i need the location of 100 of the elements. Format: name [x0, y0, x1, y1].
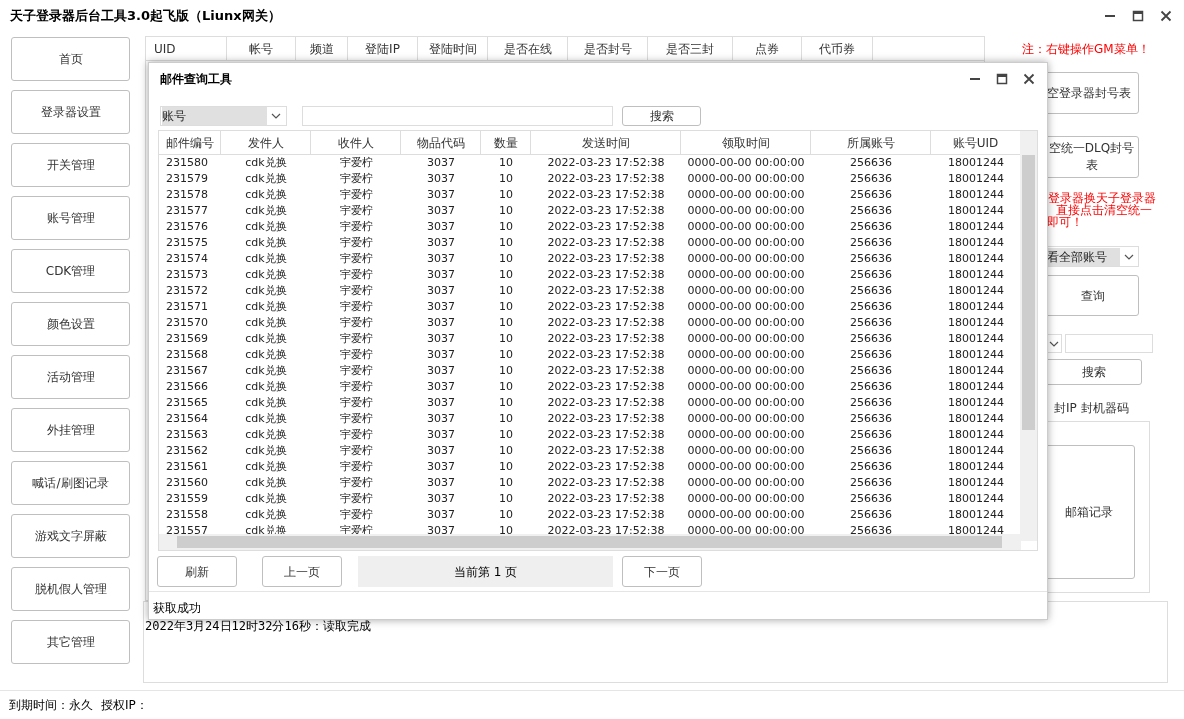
warning-text: 登录器换天子登录器 [1047, 192, 1157, 204]
table-cell-text: 2022-03-23 17:52:38 [546, 267, 666, 284]
table-cell-text: 宇爱柠 [338, 283, 374, 300]
table-cell-text: cdk兑换 [244, 443, 288, 460]
table-cell-text: 宇爱柠 [338, 411, 374, 428]
sidebar-button[interactable]: 账号管理 [11, 196, 130, 240]
table-cell-text: 10 [498, 219, 514, 236]
table-cell-text: 2022-03-23 17:52:38 [546, 507, 666, 524]
table-cell-text: 256636 [849, 347, 893, 364]
table-cell-text: 10 [498, 235, 514, 252]
table-cell-text: cdk兑换 [244, 379, 288, 396]
table-cell-text: 10 [498, 155, 514, 172]
sidebar-button[interactable]: 脱机假人管理 [11, 567, 130, 611]
table-cell-text: 231564 [165, 411, 209, 428]
table-cell-text: 0000-00-00 00:00:00 [686, 267, 806, 284]
table-cell-text: 18001244 [947, 267, 1005, 284]
column-header[interactable]: 是否三封 [648, 37, 733, 60]
next-page-button[interactable]: 下一页 [622, 556, 702, 587]
table-cell-text: 0000-00-00 00:00:00 [686, 235, 806, 252]
column-header[interactable]: 数量 [481, 131, 531, 155]
refresh-button[interactable]: 刷新 [157, 556, 237, 587]
table-cell-text: 10 [498, 379, 514, 396]
table-cell-text: 2022-03-23 17:52:38 [546, 523, 666, 540]
table-cell-text: 231567 [165, 363, 209, 380]
column-header[interactable]: 点券 [733, 37, 802, 60]
table-cell-text: 0000-00-00 00:00:00 [686, 187, 806, 204]
table-cell-text: 10 [498, 347, 514, 364]
table-cell-text: 2022-03-23 17:52:38 [546, 251, 666, 268]
column-header[interactable]: 发件人 [221, 131, 311, 155]
table-cell-text: cdk兑换 [244, 475, 288, 492]
table-cell-text: 10 [498, 427, 514, 444]
table-cell-text: 宇爱柠 [338, 363, 374, 380]
table-cell-text: 2022-03-23 17:52:38 [546, 203, 666, 220]
sidebar-button[interactable]: 外挂管理 [11, 408, 130, 452]
table-cell-text: 18001244 [947, 283, 1005, 300]
table-cell-text: 231574 [165, 251, 209, 268]
table-cell-text: 0000-00-00 00:00:00 [686, 443, 806, 460]
sidebar-button[interactable]: 首页 [11, 37, 130, 81]
table-cell-text: 3037 [426, 395, 456, 412]
search-button[interactable]: 搜索 [622, 106, 701, 127]
table-cell-text: 256636 [849, 507, 893, 524]
sidebar-button[interactable]: 活动管理 [11, 355, 130, 399]
table-cell-text: 18001244 [947, 395, 1005, 412]
column-header[interactable]: 频道 [296, 37, 348, 60]
sidebar-button[interactable]: 喊话/刷图记录 [11, 461, 130, 505]
table-cell-text: 2022-03-23 17:52:38 [546, 379, 666, 396]
table-cell-text: 3037 [426, 491, 456, 508]
table-cell-text: 宇爱柠 [338, 251, 374, 268]
column-header[interactable]: 发送时间 [531, 131, 681, 155]
column-header[interactable]: 邮件编号 [159, 131, 221, 155]
table-cell-text: 0000-00-00 00:00:00 [686, 523, 806, 540]
table-cell-text: 3037 [426, 347, 456, 364]
column-header[interactable]: 帐号 [227, 37, 296, 60]
table-cell-text: 2022-03-23 17:52:38 [546, 475, 666, 492]
sidebar-button[interactable]: 开关管理 [11, 143, 130, 187]
table-cell-text: 18001244 [947, 155, 1005, 172]
dialog-title: 邮件查询工具 [160, 70, 232, 88]
ban-options-text: 封IP 封机器码 [1054, 400, 1130, 417]
table-cell-text: 18001244 [947, 299, 1005, 316]
column-header[interactable]: 登陆时间 [418, 37, 488, 60]
table-cell-text: 10 [498, 443, 514, 460]
sidebar-button[interactable]: 颜色设置 [11, 302, 130, 346]
sidebar-button[interactable]: 其它管理 [11, 620, 130, 664]
table-cell-text: 18001244 [947, 187, 1005, 204]
table-cell-text: 3037 [426, 523, 456, 540]
window-title: 天子登录器后台工具3.0起飞版（Liunx网关） [10, 7, 281, 26]
sidebar-button[interactable]: 游戏文字屏蔽 [11, 514, 130, 558]
column-header[interactable]: 是否在线 [488, 37, 568, 60]
column-header[interactable]: 收件人 [311, 131, 401, 155]
column-header[interactable]: 代币券 [802, 37, 873, 60]
table-cell-text: 18001244 [947, 507, 1005, 524]
previous-page-button[interactable]: 上一页 [262, 556, 342, 587]
table-cell-text: cdk兑换 [244, 315, 288, 332]
table-cell-text: 0000-00-00 00:00:00 [686, 347, 806, 364]
table-cell-text: 宇爱柠 [338, 475, 374, 492]
filter-dropdown[interactable]: 账号 [160, 106, 287, 127]
sidebar-button[interactable]: CDK管理 [11, 249, 130, 293]
table-cell-text: 10 [498, 267, 514, 284]
column-header[interactable]: 领取时间 [681, 131, 811, 155]
table-cell-text: cdk兑换 [244, 427, 288, 444]
column-header[interactable]: 登陆IP [348, 37, 418, 60]
table-cell-text: 0000-00-00 00:00:00 [686, 379, 806, 396]
table-cell-text: 231565 [165, 395, 209, 412]
table-cell-text: 231577 [165, 203, 209, 220]
table-cell-text: 0000-00-00 00:00:00 [686, 331, 806, 348]
table-cell-text: 231560 [165, 475, 209, 492]
table-cell-text: 2022-03-23 17:52:38 [546, 347, 666, 364]
table-cell-text: 231569 [165, 331, 209, 348]
table-cell-text: 宇爱柠 [338, 299, 374, 316]
column-header[interactable]: 物品代码 [401, 131, 481, 155]
column-header[interactable]: UID [146, 37, 227, 60]
table-cell-text: 10 [498, 171, 514, 188]
sidebar-button[interactable]: 登录器设置 [11, 90, 130, 134]
table-cell-text: 宇爱柠 [338, 507, 374, 524]
column-header[interactable]: 所属账号 [811, 131, 931, 155]
expiry-text: 到期时间：永久 [9, 697, 93, 714]
table-cell-text: 256636 [849, 251, 893, 268]
column-header[interactable]: 是否封号 [568, 37, 648, 60]
table-cell-text: 2022-03-23 17:52:38 [546, 491, 666, 508]
table-cell-text: 2022-03-23 17:52:38 [546, 299, 666, 316]
